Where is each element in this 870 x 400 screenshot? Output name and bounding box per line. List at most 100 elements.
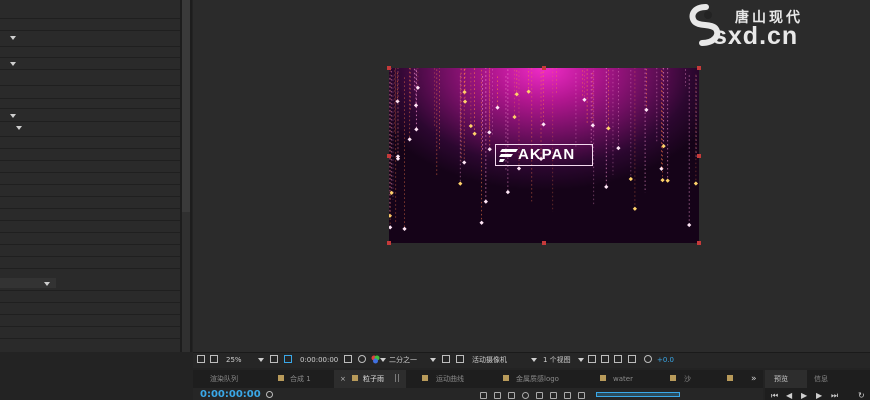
transform-handle[interactable] [697,66,701,70]
chevron-down-icon[interactable] [531,358,537,362]
property-row-divider [0,184,180,185]
rain-sparkle [495,105,500,110]
exposure-value[interactable]: +0.0 [657,355,674,365]
property-row-divider [0,314,180,315]
rain-sparkle [487,147,492,152]
chevron-down-icon[interactable] [10,36,16,40]
rain-sparkle [516,166,522,171]
first-frame-icon[interactable]: ⏮ [771,391,778,400]
comp-mini-flowchart-icon[interactable] [480,392,487,399]
transform-handle[interactable] [697,241,701,245]
search-icon[interactable] [266,391,273,398]
rain-sparkle [389,225,393,230]
transform-handle[interactable] [542,66,546,70]
transform-handle[interactable] [697,154,701,158]
hide-shy-layers-icon[interactable] [508,392,515,399]
chevron-down-icon[interactable] [430,358,436,362]
tab-sand[interactable]: 沙 [684,372,691,386]
frame-blending-icon[interactable] [522,392,529,399]
rain-sparkle [606,126,611,131]
tab-menu-icon[interactable] [395,374,399,382]
timeline-icon[interactable] [614,355,622,363]
tab-particle-rain[interactable]: 粒子雨 [363,372,384,386]
rain-sparkle [468,123,473,129]
brainstorm-icon[interactable] [564,392,571,399]
property-row-divider [0,108,180,109]
composition-icon [503,375,509,381]
always-preview-icon[interactable] [197,355,205,363]
motion-blur-icon[interactable] [536,392,543,399]
rain-sparkle [693,181,699,186]
composition-icon [670,375,676,381]
region-of-interest-icon[interactable] [442,355,450,363]
tab-info[interactable]: 信息 [814,372,828,386]
property-row-divider [0,196,180,197]
tab-render-queue[interactable]: 渲染队列 [210,372,238,386]
rain-sparkle [512,114,517,120]
property-row-divider [0,136,180,137]
tab-overflow-icon[interactable]: » [751,372,757,386]
tab-comp-1[interactable]: 合成 1 [290,372,311,386]
auto-keyframe-icon[interactable] [578,392,585,399]
rain-sparkle [665,178,670,183]
last-frame-icon[interactable]: ⏭ [831,391,838,400]
color-channel-icon[interactable] [371,355,380,364]
composition-icon [278,375,284,381]
reset-exposure-icon[interactable] [644,355,652,363]
graph-editor-icon[interactable] [550,392,557,399]
draft-3d-icon[interactable] [494,392,501,399]
view-layout-select[interactable]: 1 个视图 [543,355,571,365]
close-icon[interactable]: × [340,372,346,386]
tab-preview[interactable]: 预览 [774,372,788,386]
previous-frame-icon[interactable]: ◀ [786,391,792,400]
chevron-down-icon[interactable] [10,62,16,66]
property-row-divider [0,256,180,257]
rain-sparkle [462,99,468,104]
transparency-grid-icon[interactable] [456,355,464,363]
snapshot-icon[interactable] [344,355,352,363]
property-row-divider [0,290,180,291]
work-area-bar[interactable] [596,392,680,397]
chevron-down-icon[interactable] [380,358,386,362]
chevron-down-icon[interactable] [10,114,16,118]
camera-select[interactable]: 活动摄像机 [472,355,507,365]
current-time-display[interactable]: 0:00:00:00 [300,355,338,365]
mask-visibility-icon[interactable] [284,355,292,363]
composition-icon [422,375,428,381]
monitor-icon[interactable] [210,355,218,363]
transform-handle[interactable] [387,154,391,158]
tab-metal-logo[interactable]: 金属质感logo [516,372,559,386]
play-icon[interactable]: ▶ [801,391,807,400]
panel-scrollbar[interactable] [180,0,192,352]
safe-margins-icon[interactable] [270,355,278,363]
rain-sparkle [590,123,595,128]
transform-handle[interactable] [387,241,391,245]
rain-sparkle [462,160,467,165]
timeline-current-time[interactable]: 0:00:00:00 [200,389,261,400]
show-snapshot-icon[interactable] [358,355,366,363]
chevron-down-icon[interactable] [16,126,22,130]
scrollbar-thumb[interactable] [182,0,190,212]
zoom-select[interactable]: 25% [226,355,242,365]
rain-sparkle [526,89,531,94]
chevron-down-icon[interactable] [44,282,50,286]
flowchart-icon[interactable] [628,355,636,363]
transform-handle[interactable] [542,241,546,245]
rain-sparkle [632,206,638,211]
fast-preview-icon[interactable] [601,355,609,363]
tab-motion-curve[interactable]: 运动曲线 [436,372,464,386]
property-row-divider [0,46,180,47]
logo-f-icon [499,149,518,162]
rain-sparkle [395,99,400,104]
property-row-divider [0,172,180,173]
pixel-aspect-icon[interactable] [588,355,596,363]
property-row-divider [0,160,180,161]
chevron-down-icon[interactable] [258,358,264,362]
loop-icon[interactable]: ↻ [858,391,865,400]
rain-sparkle [628,176,633,182]
transform-handle[interactable] [387,66,391,70]
tab-water[interactable]: water [613,372,633,386]
next-frame-icon[interactable]: ▶ [816,391,822,400]
chevron-down-icon[interactable] [578,358,584,362]
resolution-select[interactable]: 二分之一 [389,355,417,365]
